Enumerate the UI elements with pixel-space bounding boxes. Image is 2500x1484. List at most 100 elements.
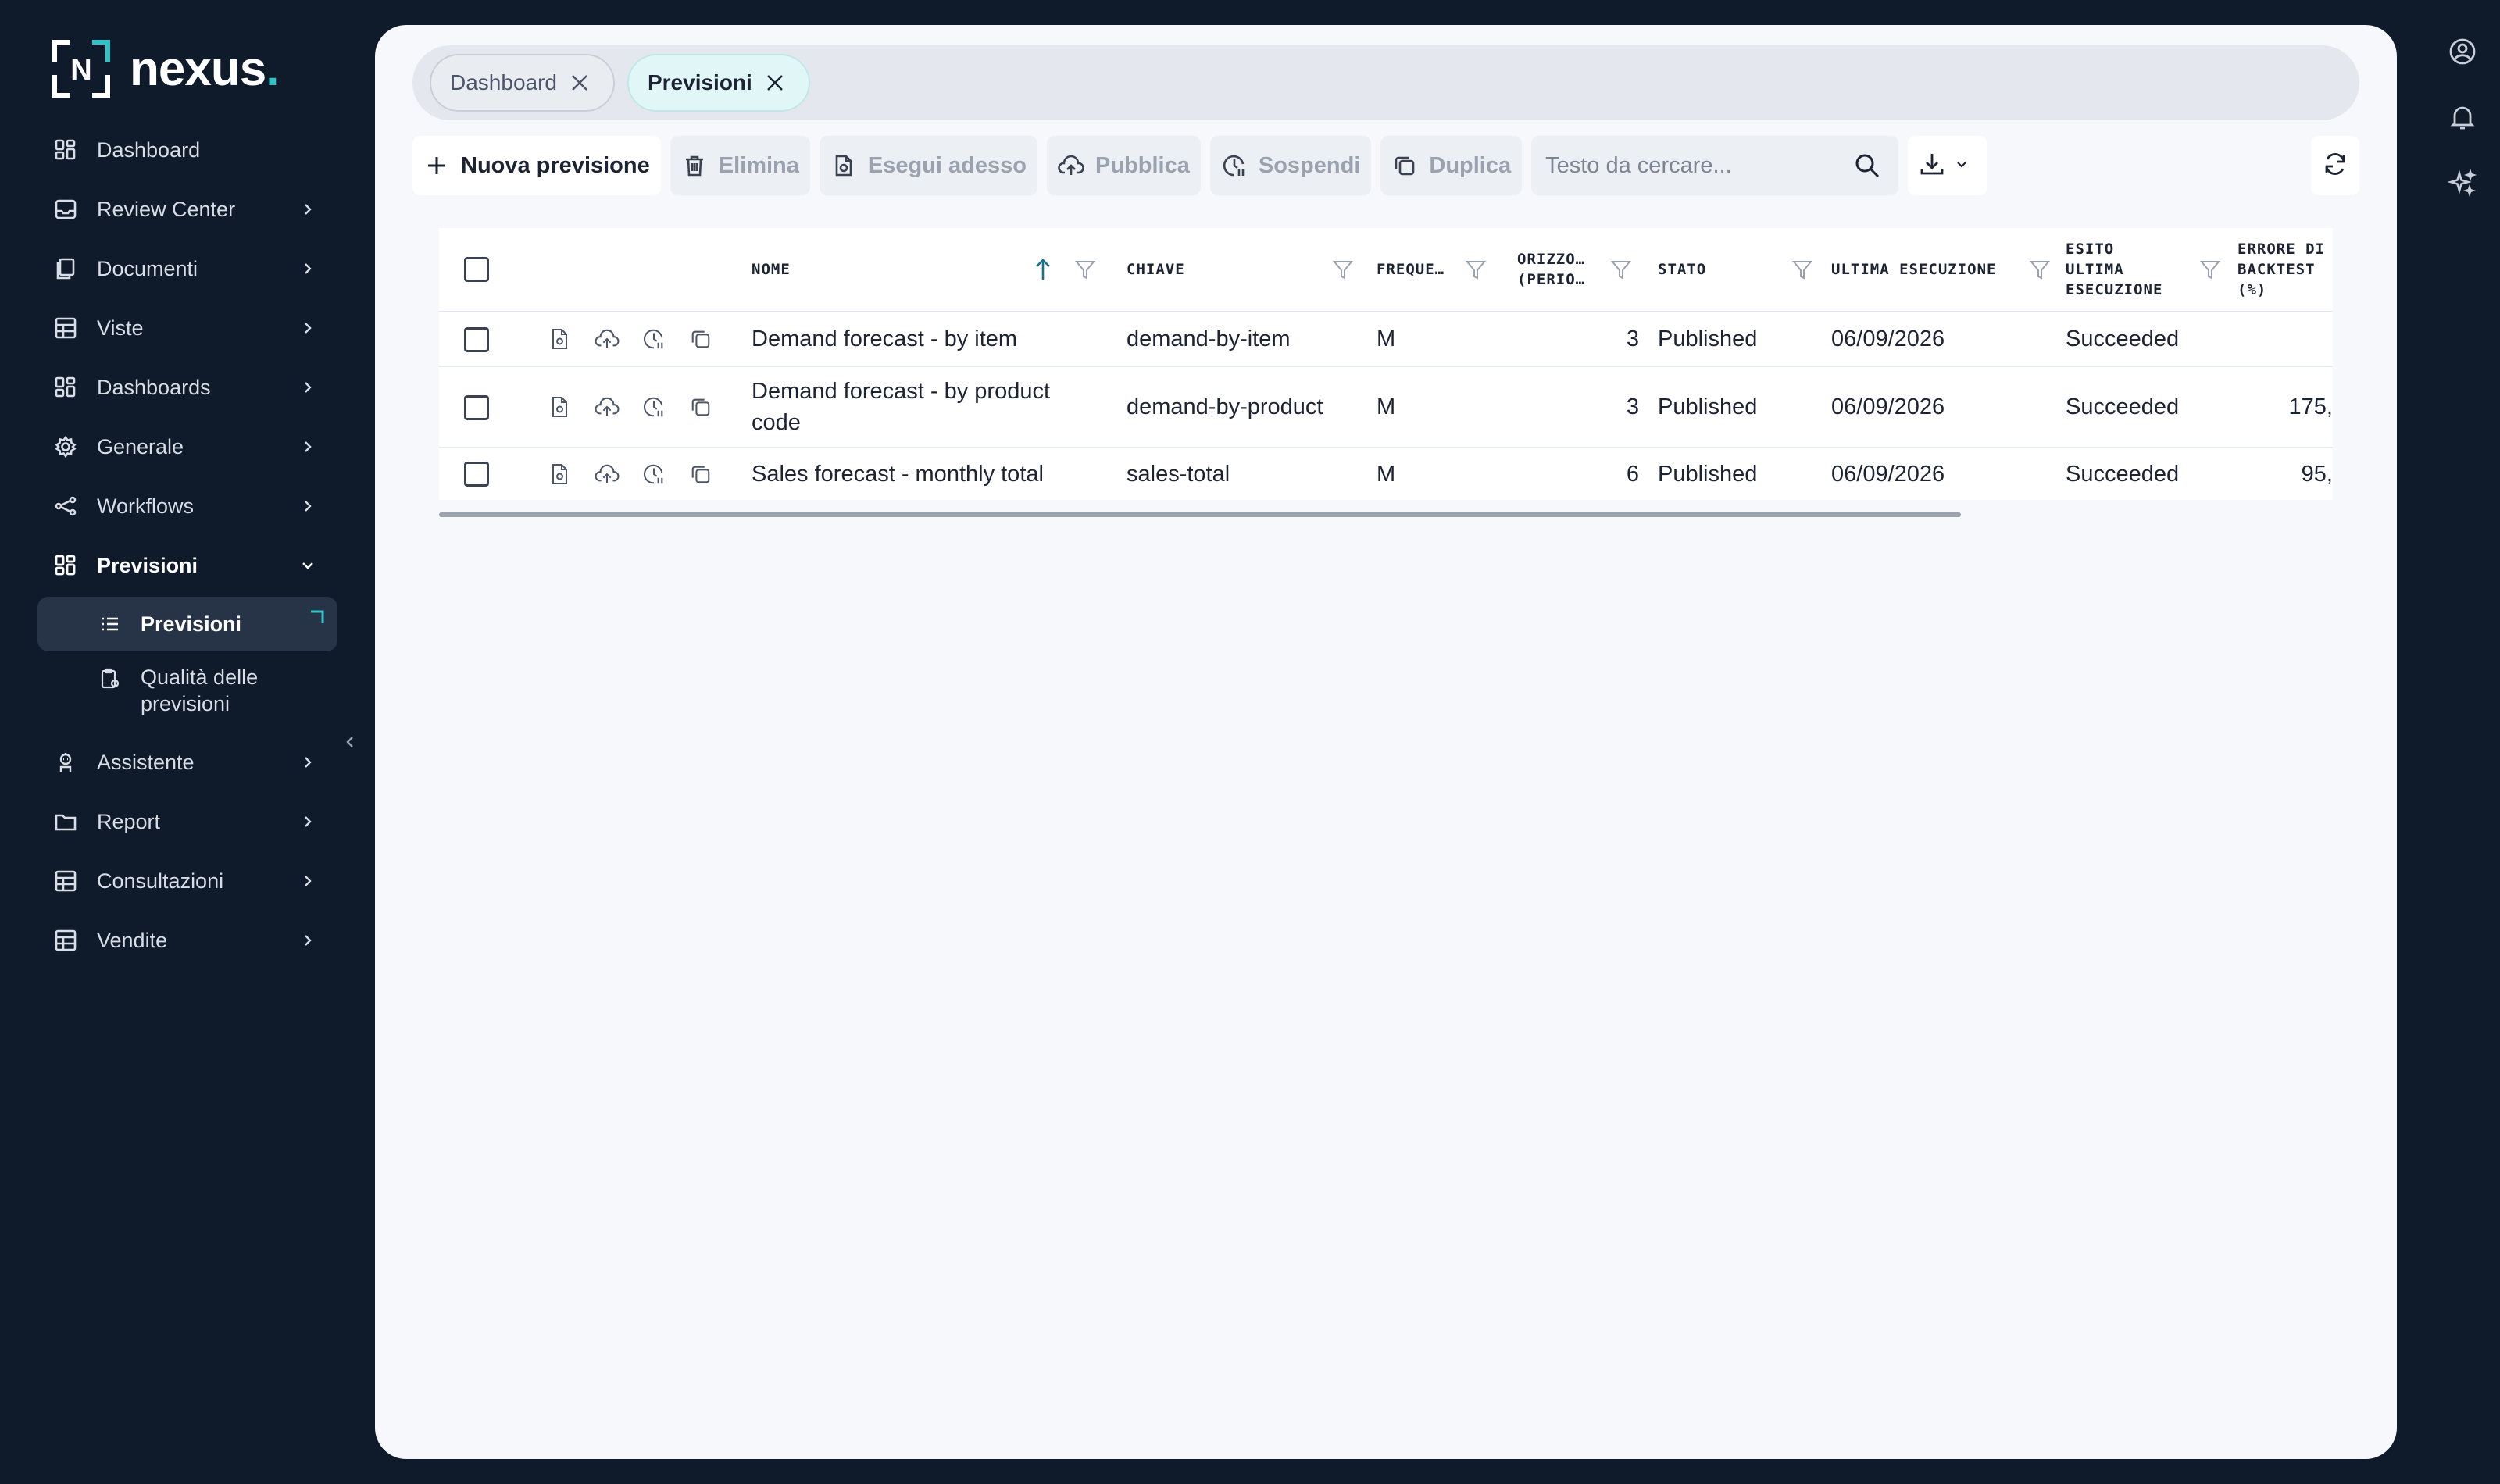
sidebar-item-label: Workflows xyxy=(97,494,195,518)
header-frequenza[interactable]: FREQUE… xyxy=(1377,228,1494,311)
sidebar-item-generale[interactable]: Generale xyxy=(38,417,338,476)
copy-icon[interactable] xyxy=(688,394,714,420)
row-checkbox[interactable] xyxy=(464,395,489,420)
table-row[interactable]: Demand forecast - by item demand-by-item… xyxy=(439,312,2333,367)
row-checkbox[interactable] xyxy=(464,462,489,487)
header-label: NOME xyxy=(752,261,791,278)
table-icon xyxy=(53,869,78,894)
header-label: STATO xyxy=(1658,261,1707,278)
clock-pause-icon[interactable] xyxy=(641,461,667,487)
sidebar-subitem-qualita[interactable]: Qualità delle previsioni xyxy=(38,653,338,728)
sidebar-item-label: Assistente xyxy=(97,750,195,774)
refresh-button[interactable] xyxy=(2311,136,2359,195)
button-label: Nuova previsione xyxy=(461,152,650,178)
header-esito[interactable]: ESITO ULTIMA ESECUZIONE xyxy=(2066,228,2222,311)
row-checkbox[interactable] xyxy=(464,327,489,352)
close-icon[interactable] xyxy=(765,73,785,93)
filter-icon[interactable] xyxy=(2198,258,2222,281)
duplicate-button[interactable]: Duplica xyxy=(1380,136,1523,195)
sidebar-item-label: Vendite xyxy=(97,928,168,952)
sidebar-item-review-center[interactable]: Review Center xyxy=(38,180,338,239)
chevron-right-icon xyxy=(297,258,319,280)
sidebar-item-vendite[interactable]: Vendite xyxy=(38,911,338,970)
sidebar-subitem-label: Qualità delle previsioni xyxy=(141,665,259,715)
file-run-icon[interactable] xyxy=(547,461,573,487)
sidebar-item-documenti[interactable]: Documenti xyxy=(38,239,338,298)
sidebar-item-workflows[interactable]: Workflows xyxy=(38,476,338,536)
header-errore-backtest[interactable]: ERRORE DI BACKTEST (%) xyxy=(2238,228,2333,311)
sidebar-item-consultazioni[interactable]: Consultazioni xyxy=(38,851,338,911)
sidebar-item-dashboard[interactable]: Dashboard xyxy=(38,120,338,180)
bell-icon[interactable] xyxy=(2447,102,2478,133)
copy-icon[interactable] xyxy=(688,326,714,352)
header-label: ORIZZO… (PERIO… xyxy=(1517,251,1586,288)
file-run-icon[interactable] xyxy=(547,326,573,352)
filter-icon[interactable] xyxy=(2028,258,2052,281)
cell-nome: Demand forecast - by item xyxy=(752,326,1018,351)
sidebar-item-viste[interactable]: Viste xyxy=(38,298,338,358)
cloud-upload-icon[interactable] xyxy=(594,394,620,420)
app-logo[interactable]: N nexus. xyxy=(52,39,279,98)
header-ultima-esecuzione[interactable]: ULTIMA ESECUZIONE xyxy=(1831,228,2058,311)
suspend-button[interactable]: Sospendi xyxy=(1209,136,1372,195)
tab-previsioni[interactable]: Previsioni xyxy=(627,54,810,112)
select-all-checkbox[interactable] xyxy=(464,257,489,282)
plus-icon xyxy=(423,152,450,179)
table-row[interactable]: Sales forecast - monthly total sales-tot… xyxy=(439,448,2333,500)
filter-icon[interactable] xyxy=(1609,258,1633,281)
download-icon xyxy=(1919,151,1945,181)
clock-pause-icon[interactable] xyxy=(641,394,667,420)
cell-nome: Sales forecast - monthly total xyxy=(752,461,1044,487)
delete-button[interactable]: Elimina xyxy=(670,136,810,195)
horizontal-scrollbar[interactable] xyxy=(439,512,1961,517)
table-row[interactable]: Demand forecast - by product code demand… xyxy=(439,367,2333,448)
cell-chiave: demand-by-product xyxy=(1127,394,1323,419)
copy-icon[interactable] xyxy=(688,461,714,487)
user-account-icon[interactable] xyxy=(2447,36,2478,67)
close-icon[interactable] xyxy=(570,73,590,93)
sidebar-item-report[interactable]: Report xyxy=(38,792,338,851)
sidebar-item-label: Report xyxy=(97,809,161,833)
sidebar-subitem-previsioni[interactable]: Previsioni xyxy=(38,597,338,651)
grid-header: NOME CHIAVE FREQUE… ORIZZO… (PERIO… STAT… xyxy=(439,228,2333,312)
publish-button[interactable]: Pubblica xyxy=(1047,136,1201,195)
chevron-right-icon xyxy=(297,376,319,398)
tab-dashboard[interactable]: Dashboard xyxy=(430,54,615,112)
filter-icon[interactable] xyxy=(1073,258,1097,281)
clock-pause-icon[interactable] xyxy=(641,326,667,352)
share-nodes-icon xyxy=(53,494,78,519)
sparkles-icon[interactable] xyxy=(2447,167,2478,198)
cloud-upload-icon[interactable] xyxy=(594,461,620,487)
search-icon[interactable] xyxy=(1853,152,1881,180)
cell-ultima-esecuzione: 06/09/2026 xyxy=(1831,326,1945,351)
clock-pause-icon xyxy=(1221,152,1248,179)
search-input[interactable] xyxy=(1545,152,1851,179)
grid-icon xyxy=(53,375,78,400)
cloud-upload-icon[interactable] xyxy=(594,326,620,352)
run-now-button[interactable]: Esegui adesso xyxy=(819,136,1038,195)
collapse-sidebar-button[interactable] xyxy=(339,728,361,756)
file-run-icon xyxy=(830,152,857,179)
cell-orizzonte: 3 xyxy=(1626,394,1639,419)
cell-orizzonte: 6 xyxy=(1626,461,1639,487)
header-chiave[interactable]: CHIAVE xyxy=(1127,228,1361,311)
search-box xyxy=(1531,136,1899,195)
sort-ascending-icon[interactable] xyxy=(1031,256,1055,283)
export-button[interactable] xyxy=(1908,136,1988,195)
button-label: Pubblica xyxy=(1095,152,1190,178)
sidebar-item-dashboards[interactable]: Dashboards xyxy=(38,358,338,417)
cell-frequenza: M xyxy=(1377,461,1396,487)
header-nome[interactable]: NOME xyxy=(752,228,1096,311)
sidebar-item-previsioni[interactable]: Previsioni xyxy=(38,536,338,595)
filter-icon[interactable] xyxy=(1791,258,1814,281)
table-icon xyxy=(53,316,78,341)
filter-icon[interactable] xyxy=(1464,258,1488,281)
sidebar: N nexus. Dashboard Review Center Documen… xyxy=(0,0,367,1484)
header-stato[interactable]: STATO xyxy=(1658,228,1814,311)
filter-icon[interactable] xyxy=(1331,258,1355,281)
new-forecast-button[interactable]: Nuova previsione xyxy=(412,136,661,195)
sidebar-item-assistente[interactable]: Assistente xyxy=(38,733,338,792)
header-orizzonte[interactable]: ORIZZO… (PERIO… xyxy=(1517,228,1642,311)
file-run-icon[interactable] xyxy=(547,394,573,420)
button-label: Duplica xyxy=(1429,152,1512,178)
